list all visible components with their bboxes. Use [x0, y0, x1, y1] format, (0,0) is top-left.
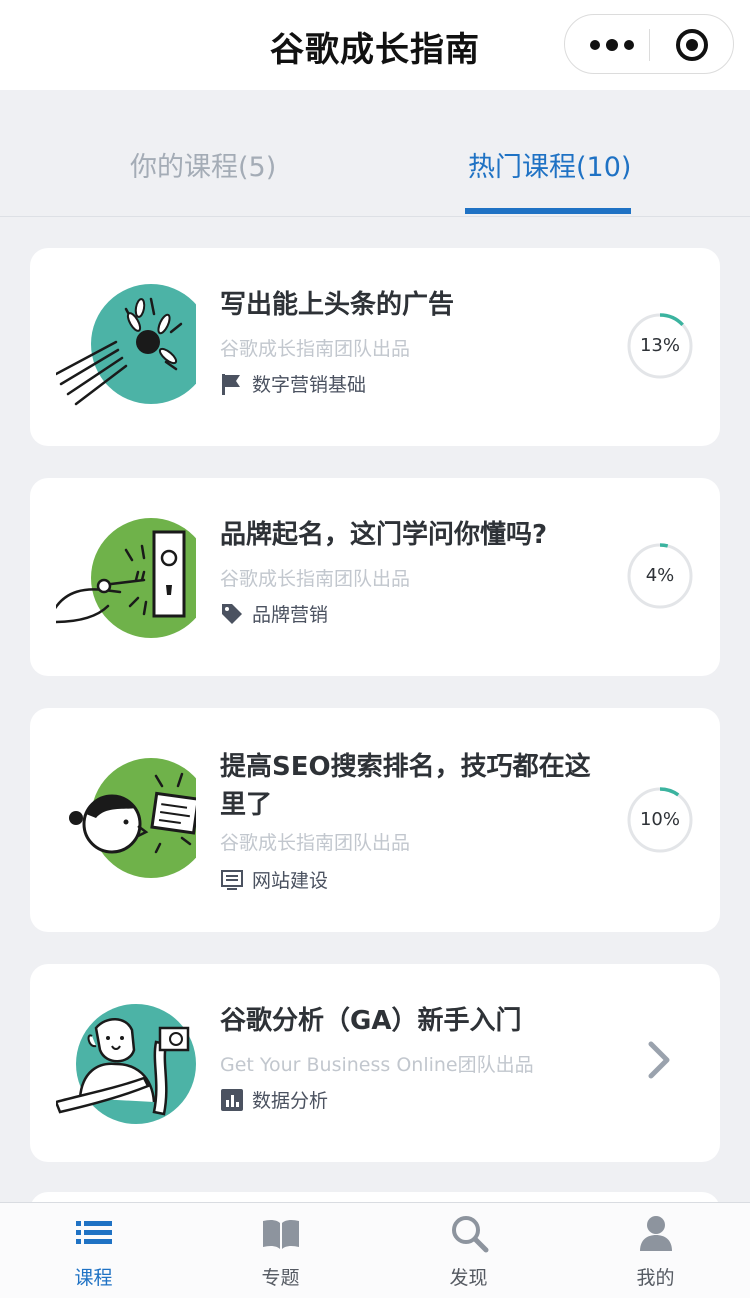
list-icon	[76, 1221, 112, 1244]
person-icon	[640, 1216, 672, 1251]
bottom-navigation: 课程 专题 发现 我的	[0, 1202, 750, 1298]
course-title[interactable]: 谷歌分析（GA）新手入门	[220, 1002, 630, 1040]
course-title-line: 提高SEO搜索排名，技巧都在这	[220, 752, 591, 782]
course-tag: 数据分析	[220, 1086, 328, 1113]
course-tag-label: 数字营销基础	[252, 374, 367, 396]
course-author: 谷歌成长指南团队出品	[220, 568, 411, 590]
mini-program-capsule	[564, 14, 734, 74]
course-card[interactable]: 谷歌分析（GA）新手入门 Get Your Business Online团队出…	[30, 964, 720, 1162]
analytics-illustration-icon	[56, 1004, 196, 1124]
course-author: Get Your Business Online团队出品	[220, 1054, 534, 1076]
course-title[interactable]: 提高SEO搜索排名，技巧都在这 里了	[220, 748, 630, 824]
monitor-icon	[221, 870, 243, 890]
course-author: 谷歌成长指南团队出品	[220, 338, 411, 360]
nav-item-discover[interactable]: 发现	[375, 1203, 562, 1298]
course-tag: 网站建设	[220, 866, 328, 893]
course-card[interactable]: 提高SEO搜索排名，技巧都在这 里了 谷歌成长指南团队出品 网站建设 10%	[30, 708, 720, 932]
more-icon[interactable]	[587, 35, 637, 55]
bar-chart-icon	[221, 1089, 243, 1111]
progress-percent: 13%	[639, 335, 680, 356]
course-title[interactable]: 品牌起名，这门学问你懂吗?	[220, 516, 630, 554]
nav-item-courses[interactable]: 课程	[0, 1203, 187, 1298]
tab-your-courses[interactable]: 你的课程(5)	[130, 145, 276, 184]
course-tag-label: 网站建设	[252, 870, 329, 892]
course-tag: 品牌营销	[220, 600, 328, 627]
tab-popular-courses[interactable]: 热门课程(10)	[468, 145, 631, 184]
progress-percent: 10%	[639, 809, 680, 830]
title-bar: 谷歌成长指南	[0, 0, 750, 90]
progress-percent: 4%	[645, 565, 675, 586]
progress-ring: 10%	[626, 786, 694, 854]
bowling-illustration-icon	[56, 284, 196, 406]
course-title-line: 里了	[220, 790, 273, 820]
nav-item-me[interactable]: 我的	[562, 1203, 749, 1298]
flag-icon	[222, 374, 240, 395]
course-tag-label: 数据分析	[252, 1090, 329, 1112]
progress-ring: 4%	[626, 542, 694, 610]
tag-icon	[222, 604, 242, 624]
course-card[interactable]: 写出能上头条的广告 谷歌成长指南团队出品 数字营销基础 13%	[30, 248, 720, 446]
nav-label: 发现	[449, 1267, 488, 1289]
course-card[interactable]: 品牌起名，这门学问你懂吗? 谷歌成长指南团队出品 品牌营销 4%	[30, 478, 720, 676]
nav-label: 专题	[261, 1267, 300, 1289]
course-author: 谷歌成长指南团队出品	[220, 832, 411, 854]
course-tabs: 你的课程(5) 热门课程(10)	[0, 90, 750, 217]
nav-label: 课程	[74, 1267, 113, 1289]
active-tab-indicator	[465, 208, 631, 214]
seo-illustration-icon	[69, 758, 196, 878]
progress-ring: 13%	[626, 312, 694, 380]
key-door-illustration-icon	[56, 518, 196, 638]
nav-label: 我的	[636, 1267, 675, 1289]
capsule-divider	[649, 29, 650, 61]
book-icon	[263, 1219, 299, 1249]
course-tag: 数字营销基础	[220, 370, 366, 397]
nav-item-topics[interactable]: 专题	[187, 1203, 374, 1298]
chevron-right-icon[interactable]	[646, 1040, 672, 1080]
search-icon	[452, 1216, 489, 1253]
close-target-icon[interactable]	[675, 28, 709, 62]
course-tag-label: 品牌营销	[252, 604, 329, 626]
course-title[interactable]: 写出能上头条的广告	[220, 286, 630, 324]
